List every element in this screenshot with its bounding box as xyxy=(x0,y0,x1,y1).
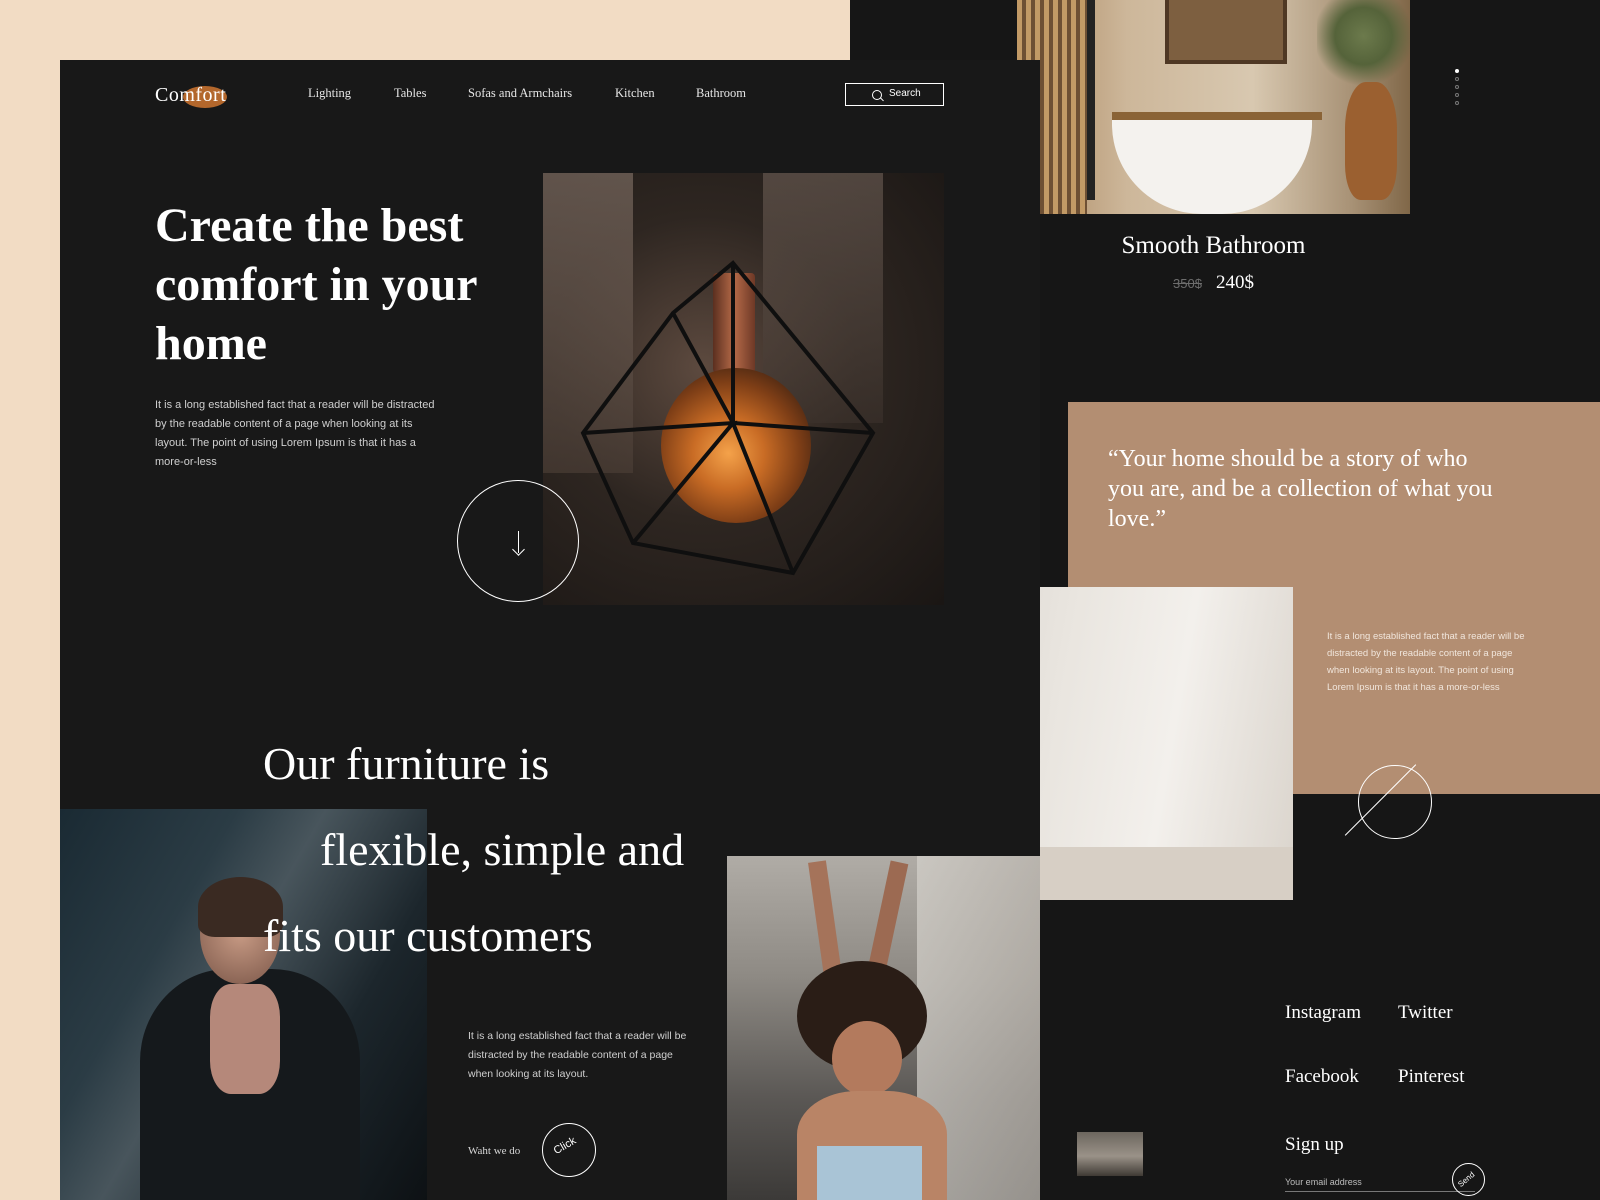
email-input[interactable] xyxy=(1285,1177,1475,1192)
old-price: 350$ xyxy=(1173,276,1202,291)
signup-title: Sign up xyxy=(1285,1134,1344,1155)
search-icon xyxy=(872,90,882,100)
slider-dot[interactable] xyxy=(1455,93,1459,97)
click-label: Click xyxy=(551,1134,579,1158)
section-title-line: flexible, simple and xyxy=(320,824,685,875)
slider-dot[interactable] xyxy=(1455,69,1459,73)
nav-lighting[interactable]: Lighting xyxy=(308,86,351,101)
vase xyxy=(1345,82,1397,200)
logo-text: Comfort xyxy=(155,84,227,106)
slider-dots xyxy=(1455,69,1463,109)
wall-frame xyxy=(1165,0,1287,64)
what-we-do-label: Waht we do xyxy=(468,1145,521,1157)
section-title-line: Our furniture is xyxy=(263,738,550,789)
faucet xyxy=(1087,0,1095,200)
lamp-image xyxy=(543,173,944,605)
logo[interactable]: Comfort xyxy=(155,82,255,114)
scroll-down-button[interactable] xyxy=(457,480,579,602)
new-price: 240$ xyxy=(1215,272,1254,293)
wire-cage xyxy=(580,260,876,576)
woman-stretching-image xyxy=(727,856,1040,1200)
bathtub xyxy=(1112,112,1312,214)
product-title: Smooth Bathroom xyxy=(1121,232,1306,259)
slider-dot[interactable] xyxy=(1455,77,1459,81)
top xyxy=(817,1146,922,1200)
twitter-link[interactable]: Twitter xyxy=(1398,1002,1453,1024)
slash-circle-decoration xyxy=(1358,765,1432,839)
nav-bathroom[interactable]: Bathroom xyxy=(696,86,746,101)
quote-body: It is a long established fact that a rea… xyxy=(1327,631,1525,693)
nav-kitchen[interactable]: Kitchen xyxy=(615,86,655,101)
bath-tray xyxy=(1112,112,1322,120)
hero-body: It is a long established fact that a rea… xyxy=(155,399,435,468)
nav-sofas-and-armchairs[interactable]: Sofas and Armchairs xyxy=(468,86,572,101)
quote-text: “Your home should be a story of who you … xyxy=(1108,446,1493,532)
send-label: Send xyxy=(1456,1170,1477,1189)
slider-dot[interactable] xyxy=(1455,101,1459,105)
section-body: It is a long established fact that a rea… xyxy=(468,1030,687,1080)
slider-dot[interactable] xyxy=(1455,85,1459,89)
search-label: Search xyxy=(889,88,921,99)
instagram-link[interactable]: Instagram xyxy=(1285,1002,1361,1024)
bathroom-product-image[interactable] xyxy=(1017,0,1410,214)
section-title-line: fits our customers xyxy=(263,910,593,961)
hero-title: Create the best comfort in your home xyxy=(155,199,477,370)
chest xyxy=(210,984,280,1094)
product-price: 350$ 240$ xyxy=(1017,272,1410,294)
send-button[interactable]: Send xyxy=(1452,1163,1485,1196)
nav-tables[interactable]: Tables xyxy=(394,86,426,101)
face xyxy=(832,1021,902,1096)
click-button[interactable]: Click xyxy=(542,1123,596,1177)
search-button[interactable]: Search xyxy=(845,83,944,106)
facebook-link[interactable]: Facebook xyxy=(1285,1066,1359,1088)
left-page: Comfort Lighting Tables Sofas and Armcha… xyxy=(60,60,1040,1200)
plant xyxy=(1317,0,1410,90)
pinterest-link[interactable]: Pinterest xyxy=(1398,1066,1465,1088)
arrow-down-icon xyxy=(518,531,519,553)
footer-thumbnail xyxy=(1077,1132,1143,1176)
